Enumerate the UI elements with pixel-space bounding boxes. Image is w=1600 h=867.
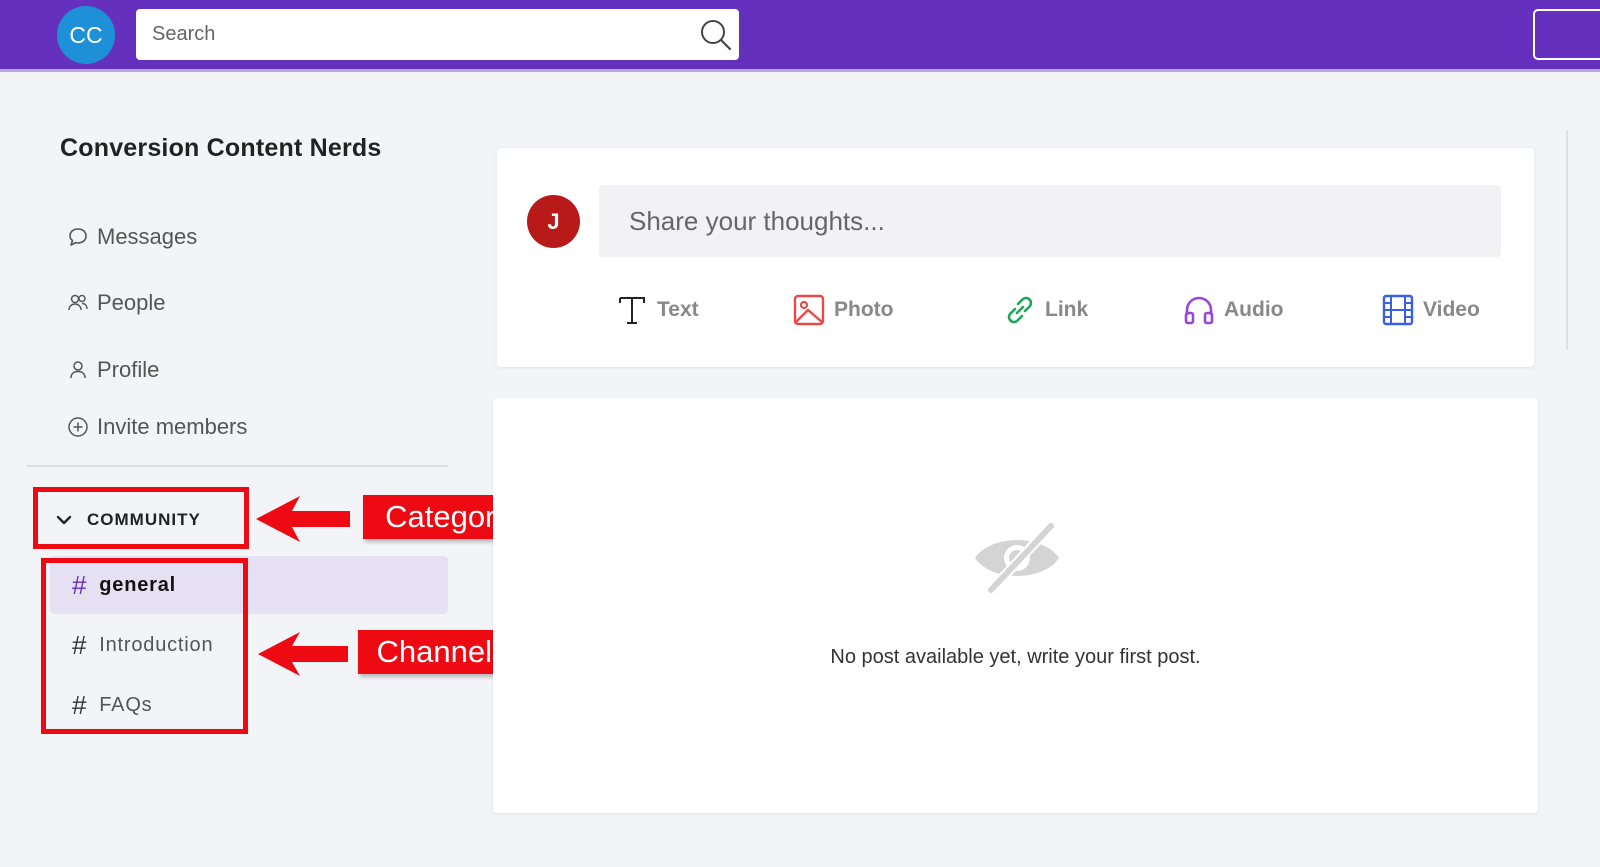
post-feed: No post available yet, write your first … xyxy=(493,398,1538,813)
nav-label: Messages xyxy=(97,224,198,249)
search-input[interactable] xyxy=(136,23,676,46)
post-type-audio-button[interactable]: Audio xyxy=(1182,293,1283,327)
post-type-label: Link xyxy=(1045,298,1089,321)
empty-feed-message: No post available yet, write your first … xyxy=(830,646,1201,668)
top-right-button[interactable] xyxy=(1533,9,1600,60)
share-thoughts-input[interactable]: Share your thoughts... xyxy=(599,185,1501,257)
category-highlight-box xyxy=(33,487,249,549)
headphones-icon xyxy=(1184,296,1214,325)
person-icon xyxy=(70,361,86,379)
top-bar: CC xyxy=(0,0,1600,72)
search-icon[interactable] xyxy=(699,18,733,52)
nav-profile[interactable]: Profile xyxy=(67,357,159,383)
chat-bubble-icon xyxy=(69,228,87,246)
post-type-video-button[interactable]: Video xyxy=(1381,293,1480,327)
channels-arrow-icon xyxy=(258,632,348,676)
post-composer: J Share your thoughts... Text Photo Link… xyxy=(497,148,1534,367)
sidebar-divider xyxy=(27,465,448,467)
image-icon xyxy=(793,294,825,326)
people-icon xyxy=(68,294,88,311)
user-avatar[interactable]: J xyxy=(527,195,580,248)
eye-off-icon xyxy=(975,521,1059,595)
film-icon xyxy=(1382,294,1414,326)
nav-invite-members[interactable]: Invite members xyxy=(67,414,247,440)
post-type-text-button[interactable]: Text xyxy=(615,293,699,327)
channels-highlight-box xyxy=(41,558,248,734)
link-icon xyxy=(1007,296,1033,324)
post-type-label: Text xyxy=(657,298,699,321)
nav-label: Invite members xyxy=(97,414,248,439)
nav-label: People xyxy=(97,290,166,315)
post-type-label: Video xyxy=(1423,298,1480,321)
post-type-label: Photo xyxy=(834,298,894,321)
nav-messages[interactable]: Messages xyxy=(67,224,197,250)
nav-people[interactable]: People xyxy=(67,290,166,316)
post-type-label: Audio xyxy=(1224,298,1284,321)
search-box[interactable] xyxy=(136,9,739,60)
community-avatar[interactable]: CC xyxy=(57,6,115,64)
post-type-photo-button[interactable]: Photo xyxy=(792,293,893,327)
post-type-link-button[interactable]: Link xyxy=(1003,293,1088,327)
plus-circle-icon xyxy=(68,417,88,437)
nav-label: Profile xyxy=(97,357,160,382)
category-arrow-icon xyxy=(256,496,350,542)
text-t-icon xyxy=(619,297,645,324)
community-title: Conversion Content Nerds xyxy=(60,134,382,162)
page-edge-divider xyxy=(1566,130,1568,350)
